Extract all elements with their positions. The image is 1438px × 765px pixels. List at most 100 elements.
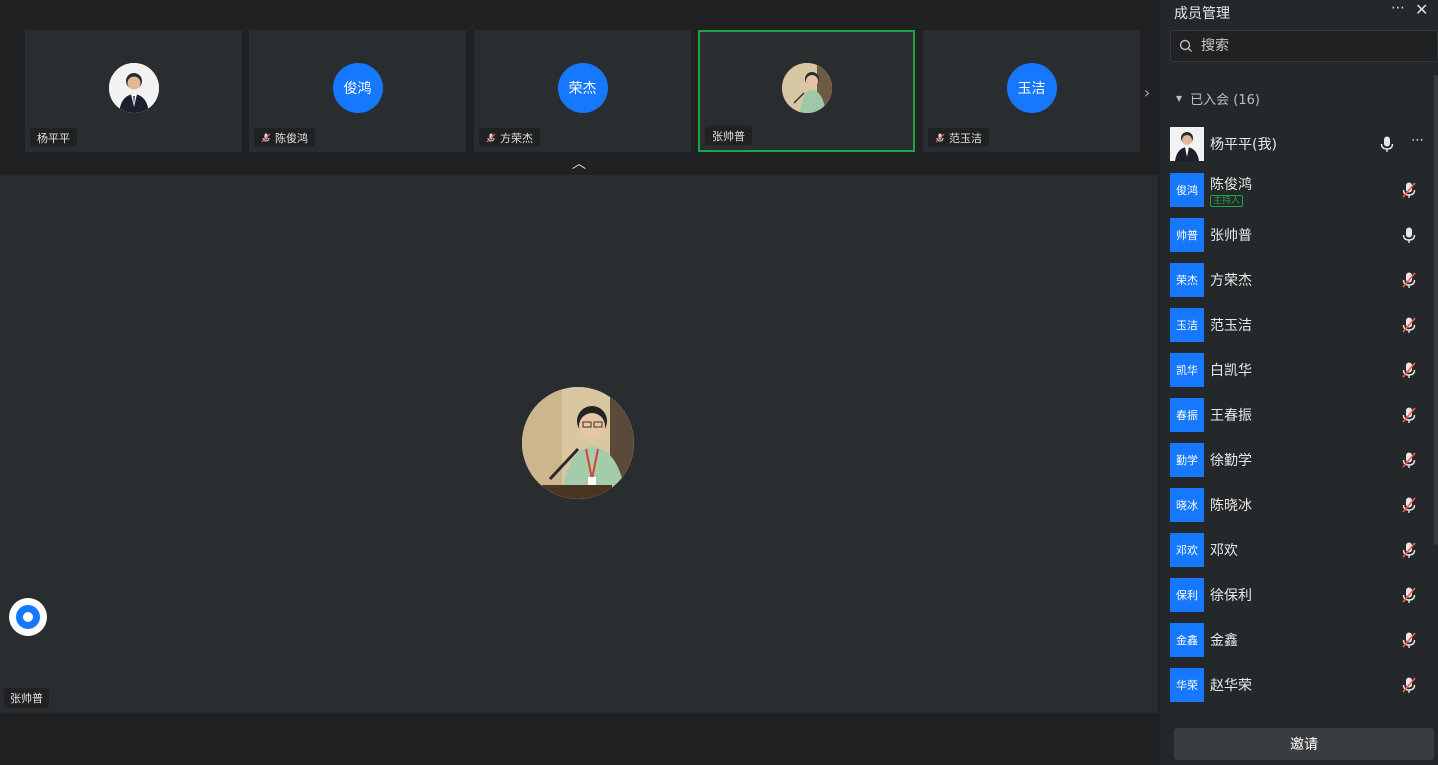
panel-title: 成员管理 xyxy=(1174,6,1230,22)
member-avatar: 华荣 xyxy=(1170,668,1204,702)
member-avatar: 勤学 xyxy=(1170,443,1204,477)
member-name: 范玉洁 xyxy=(1210,318,1252,334)
mic-muted-icon[interactable] xyxy=(1400,541,1418,559)
mic-muted-icon xyxy=(935,133,945,142)
participant-name: 范玉洁 xyxy=(949,131,982,145)
more-icon[interactable]: ⋯ xyxy=(1391,0,1409,22)
search-input[interactable] xyxy=(1199,37,1423,55)
member-name-block: 金鑫 xyxy=(1210,630,1238,650)
mic-muted-icon[interactable] xyxy=(1400,586,1418,604)
joined-count-label: 已入会 (16) xyxy=(1190,93,1260,108)
member-row[interactable]: 邓欢 邓欢 xyxy=(1170,533,1428,567)
mic-muted-icon[interactable] xyxy=(1400,631,1418,649)
member-avatar: 俊鸿 xyxy=(1170,173,1204,207)
member-row[interactable]: 杨平平(我) ⋯ xyxy=(1170,127,1428,161)
mic-muted-icon xyxy=(261,133,271,142)
member-row[interactable]: 春振 王春振 xyxy=(1170,398,1428,432)
member-row[interactable]: 金鑫 金鑫 xyxy=(1170,623,1428,657)
member-avatar: 晓冰 xyxy=(1170,488,1204,522)
participant-photo xyxy=(781,63,832,113)
video-tile-active[interactable]: 张帅普 xyxy=(698,30,915,152)
participant-name-tag: 范玉洁 xyxy=(928,128,989,147)
participant-name: 张帅普 xyxy=(712,129,745,143)
participant-name-tag: 张帅普 xyxy=(705,126,752,145)
video-tile[interactable]: 俊鸿 陈俊鸿 xyxy=(249,30,466,152)
meeting-stage: 杨平平 俊鸿 陈俊鸿 荣杰 方荣杰 张帅普 玉洁 范玉洁 › ︿ 张帅普 xyxy=(0,0,1158,765)
participant-name-tag: 杨平平 xyxy=(30,128,77,147)
member-row[interactable]: 凯华 白凯华 xyxy=(1170,353,1428,387)
member-name-block: 杨平平(我) xyxy=(1210,134,1277,154)
member-name: 徐勤学 xyxy=(1210,453,1252,469)
member-name-block: 徐保利 xyxy=(1210,585,1252,605)
mic-muted-icon[interactable] xyxy=(1400,451,1418,469)
main-video: 张帅普 xyxy=(0,175,1158,713)
member-name: 金鑫 xyxy=(1210,633,1238,649)
mic-muted-icon[interactable] xyxy=(1400,181,1418,199)
member-row[interactable]: 荣杰 方荣杰 xyxy=(1170,263,1428,297)
participant-name: 杨平平 xyxy=(37,131,70,145)
video-tile[interactable]: 杨平平 xyxy=(25,30,242,152)
member-avatar: 春振 xyxy=(1170,398,1204,432)
mic-muted-icon[interactable] xyxy=(1400,271,1418,289)
close-icon[interactable]: ✕ xyxy=(1415,0,1433,22)
mic-muted-icon[interactable] xyxy=(1400,496,1418,514)
member-row[interactable]: 保利 徐保利 xyxy=(1170,578,1428,612)
participant-avatar: 俊鸿 xyxy=(332,63,383,113)
member-name: 徐保利 xyxy=(1210,588,1252,604)
participant-name-tag: 陈俊鸿 xyxy=(254,128,315,147)
caret-down-icon: ▼ xyxy=(1176,94,1183,103)
host-badge: 主持人 xyxy=(1210,194,1244,207)
chevron-up-icon[interactable]: ︿ xyxy=(569,154,589,172)
video-tile[interactable]: 荣杰 方荣杰 xyxy=(474,30,691,152)
invite-button[interactable]: 邀请 xyxy=(1174,728,1434,760)
mic-muted-icon xyxy=(486,133,496,142)
search-box xyxy=(1170,30,1438,62)
member-avatar xyxy=(1170,127,1204,161)
member-avatar: 玉洁 xyxy=(1170,308,1204,342)
mic-muted-icon[interactable] xyxy=(1400,676,1418,694)
member-row[interactable]: 帅普 张帅普 xyxy=(1170,218,1428,252)
member-name-block: 方荣杰 xyxy=(1210,270,1252,290)
mic-muted-icon[interactable] xyxy=(1400,316,1418,334)
member-name: 杨平平(我) xyxy=(1210,137,1277,153)
chevron-right-icon[interactable]: › xyxy=(1139,80,1155,104)
member-row[interactable]: 俊鸿 陈俊鸿 主持人 xyxy=(1170,173,1428,207)
participant-name-tag: 方荣杰 xyxy=(479,128,540,147)
member-name-block: 范玉洁 xyxy=(1210,315,1252,335)
mic-icon[interactable] xyxy=(1378,135,1396,153)
scrollbar[interactable] xyxy=(1434,75,1438,545)
member-row[interactable]: 华荣 赵华荣 xyxy=(1170,668,1428,702)
member-row[interactable]: 勤学 徐勤学 xyxy=(1170,443,1428,477)
mic-muted-icon[interactable] xyxy=(1400,406,1418,424)
mic-icon[interactable] xyxy=(1400,226,1418,244)
member-name-block: 陈晓冰 xyxy=(1210,495,1252,515)
member-name-block: 陈俊鸿 主持人 xyxy=(1210,174,1252,207)
member-name: 张帅普 xyxy=(1210,228,1252,244)
search-icon xyxy=(1179,39,1192,52)
joined-section-header[interactable]: ▼ 已入会 (16) xyxy=(1176,89,1260,108)
member-row[interactable]: 晓冰 陈晓冰 xyxy=(1170,488,1428,522)
member-name: 陈晓冰 xyxy=(1210,498,1252,514)
assistant-button[interactable] xyxy=(9,598,47,636)
speaker-photo xyxy=(522,387,634,499)
participant-avatar: 荣杰 xyxy=(557,63,608,113)
member-more-icon[interactable]: ⋯ xyxy=(1411,133,1424,148)
member-name: 赵华荣 xyxy=(1210,678,1252,694)
participant-photo xyxy=(108,63,159,113)
member-avatar: 金鑫 xyxy=(1170,623,1204,657)
member-avatar: 邓欢 xyxy=(1170,533,1204,567)
video-tile[interactable]: 玉洁 范玉洁 xyxy=(923,30,1140,152)
participant-avatar: 玉洁 xyxy=(1006,63,1057,113)
member-name-block: 邓欢 xyxy=(1210,540,1238,560)
member-name: 邓欢 xyxy=(1210,543,1238,559)
participant-name: 方荣杰 xyxy=(500,131,533,145)
mic-muted-icon[interactable] xyxy=(1400,361,1418,379)
member-name: 陈俊鸿 xyxy=(1210,176,1252,193)
video-strip: 杨平平 俊鸿 陈俊鸿 荣杰 方荣杰 张帅普 玉洁 范玉洁 › ︿ xyxy=(0,0,1158,175)
member-name-block: 白凯华 xyxy=(1210,360,1252,380)
speaker-name-tag: 张帅普 xyxy=(4,688,49,708)
member-row[interactable]: 玉洁 范玉洁 xyxy=(1170,308,1428,342)
assistant-icon xyxy=(16,605,40,629)
member-avatar: 荣杰 xyxy=(1170,263,1204,297)
participant-name: 陈俊鸿 xyxy=(275,131,308,145)
